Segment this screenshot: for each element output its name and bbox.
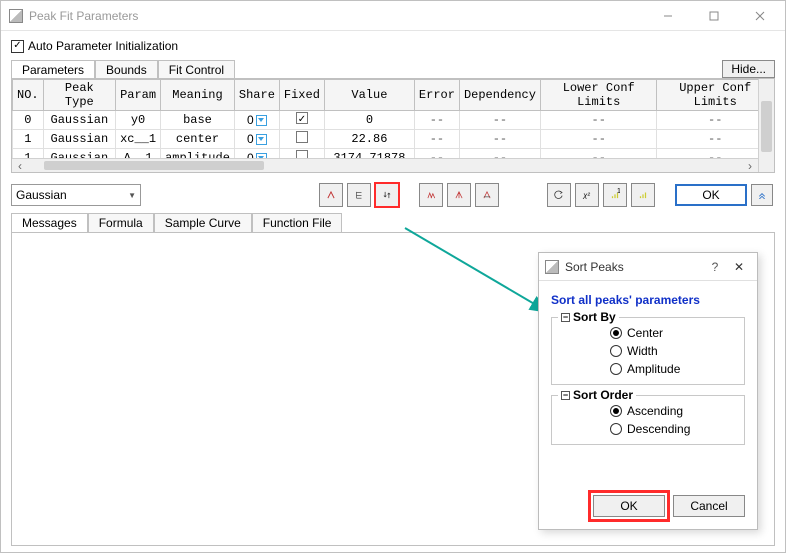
tab-formula[interactable]: Formula — [88, 213, 154, 232]
maximize-button[interactable] — [691, 2, 737, 30]
init-params-button[interactable] — [547, 183, 571, 207]
window-title: Peak Fit Parameters — [29, 9, 645, 23]
svg-text:1: 1 — [617, 187, 620, 195]
radio-width[interactable]: Width — [610, 344, 736, 358]
col-meaning[interactable]: Meaning — [161, 80, 235, 111]
radio-icon — [610, 363, 622, 375]
sort-by-group: −Sort By Center Width Amplitude — [551, 317, 745, 385]
expand-button[interactable] — [751, 184, 773, 206]
col-uc[interactable]: Upper Conf Limits — [657, 80, 774, 111]
dialog-close-button[interactable]: ✕ — [727, 260, 751, 274]
titlebar: Peak Fit Parameters — [1, 1, 785, 31]
col-type[interactable]: Peak Type — [43, 80, 115, 111]
col-share[interactable]: Share — [234, 80, 279, 111]
col-error[interactable]: Error — [414, 80, 459, 111]
collapse-icon[interactable]: − — [561, 313, 570, 322]
close-button[interactable] — [737, 2, 783, 30]
auto-init-checkbox[interactable]: Auto Parameter Initialization — [11, 39, 775, 53]
dialog-cancel-button[interactable]: Cancel — [673, 495, 745, 517]
tab-fit-control[interactable]: Fit Control — [158, 60, 235, 80]
dialog-help-button[interactable]: ? — [703, 260, 727, 274]
tab-sample-curve[interactable]: Sample Curve — [154, 213, 252, 232]
table-row[interactable]: 1Gaussianxc__1center022.86-------- — [13, 130, 774, 149]
dialog-icon — [545, 260, 559, 274]
col-value[interactable]: Value — [324, 80, 414, 111]
app-icon — [9, 9, 23, 23]
param-tabs: Parameters Bounds Fit Control — [11, 59, 235, 79]
radio-icon — [610, 345, 622, 357]
tab-function-file[interactable]: Function File — [252, 213, 343, 232]
tab-bounds[interactable]: Bounds — [95, 60, 158, 80]
grid-v-scrollbar[interactable] — [758, 79, 774, 172]
one-iter-button[interactable]: 1 — [603, 183, 627, 207]
sort-peaks-dialog: Sort Peaks ? ✕ Sort all peaks' parameter… — [538, 252, 758, 530]
chevron-down-icon: ▼ — [128, 191, 136, 200]
tab-messages[interactable]: Messages — [11, 213, 88, 232]
toolbar-ok-button[interactable]: OK — [675, 184, 747, 206]
peak-toolbar: Gaussian ▼ χ² 1 OK — [11, 183, 775, 207]
parameters-grid: NO. Peak Type Param Meaning Share Fixed … — [11, 78, 775, 173]
share-peak-button[interactable] — [475, 183, 499, 207]
replicate-peak-button[interactable] — [419, 183, 443, 207]
grid-h-scrollbar[interactable]: ‹› — [12, 158, 758, 172]
radio-center[interactable]: Center — [610, 326, 736, 340]
dialog-title: Sort Peaks — [565, 260, 703, 274]
col-fixed[interactable]: Fixed — [279, 80, 324, 111]
col-dep[interactable]: Dependency — [459, 80, 540, 111]
add-peak-button[interactable] — [319, 183, 343, 207]
dialog-heading: Sort all peaks' parameters — [551, 293, 745, 307]
col-lc[interactable]: Lower Conf Limits — [540, 80, 657, 111]
chi-sq-button[interactable]: χ² — [575, 183, 599, 207]
fit-until-converge-button[interactable] — [631, 183, 655, 207]
checkbox-icon — [11, 40, 24, 53]
sort-order-group: −Sort Order Ascending Descending — [551, 395, 745, 445]
dialog-titlebar: Sort Peaks ? ✕ — [539, 253, 757, 281]
remove-peak-button[interactable] — [347, 183, 371, 207]
table-row[interactable]: 0Gaussiany0base00-------- — [13, 111, 774, 130]
tab-parameters[interactable]: Parameters — [11, 60, 95, 80]
dialog-ok-button[interactable]: OK — [593, 495, 665, 517]
collapse-icon[interactable]: − — [561, 391, 570, 400]
fix-peak-button[interactable] — [447, 183, 471, 207]
peak-type-combo[interactable]: Gaussian ▼ — [11, 184, 141, 206]
auto-init-label: Auto Parameter Initialization — [28, 39, 178, 53]
radio-amplitude[interactable]: Amplitude — [610, 362, 736, 376]
col-no[interactable]: NO. — [13, 80, 44, 111]
combo-value: Gaussian — [16, 188, 67, 202]
col-param[interactable]: Param — [116, 80, 161, 111]
svg-text:χ²: χ² — [582, 191, 590, 200]
radio-ascending[interactable]: Ascending — [610, 404, 736, 418]
sort-peaks-button[interactable] — [375, 183, 399, 207]
radio-descending[interactable]: Descending — [610, 422, 736, 436]
hide-button[interactable]: Hide... — [722, 60, 775, 78]
radio-icon — [610, 405, 622, 417]
minimize-button[interactable] — [645, 2, 691, 30]
radio-icon — [610, 327, 622, 339]
radio-icon — [610, 423, 622, 435]
output-tabs: Messages Formula Sample Curve Function F… — [11, 213, 775, 232]
